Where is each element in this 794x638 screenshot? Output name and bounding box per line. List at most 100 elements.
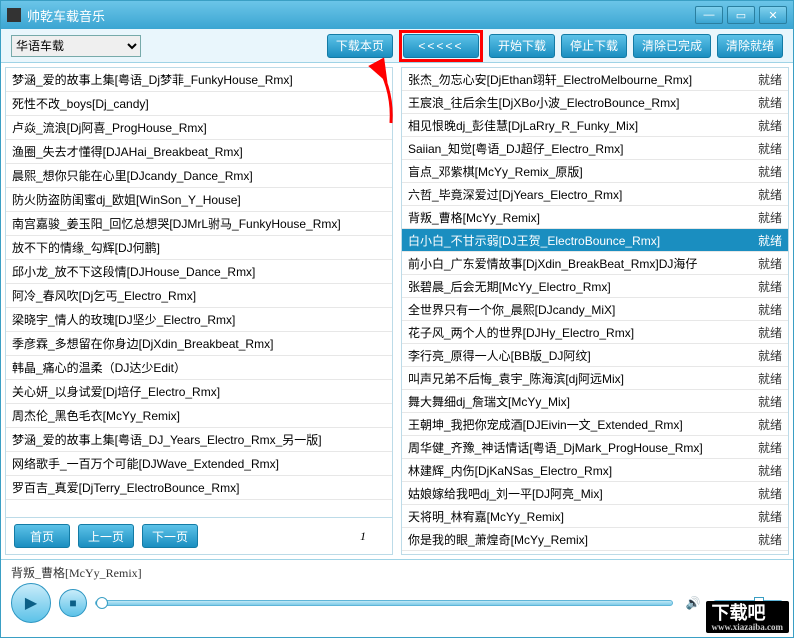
close-button[interactable]: ✕: [759, 6, 787, 24]
status-badge: 就绪: [750, 255, 782, 272]
list-item[interactable]: 死性不改_boys[Dj_candy]: [6, 92, 392, 116]
seek-thumb[interactable]: [96, 597, 108, 609]
app-icon: [7, 8, 21, 22]
status-badge: 就绪: [750, 554, 782, 555]
maximize-button[interactable]: ▭: [727, 6, 755, 24]
clear-ready-button[interactable]: 清除就绪: [717, 34, 783, 58]
list-item[interactable]: 放不下的情缘_勾辉[DJ何鹏]: [6, 236, 392, 260]
list-item[interactable]: 防火防盗防闺蜜dj_欧姐[WinSon_Y_House]: [6, 188, 392, 212]
list-item[interactable]: 全世界只有一个你_晨熙[DJcandy_MiX]就绪: [402, 298, 788, 321]
list-item[interactable]: 叫声兄弟不后悔_袁宇_陈海滨[dj阿远Mix]就绪: [402, 367, 788, 390]
download-page-button[interactable]: 下载本页: [327, 34, 393, 58]
item-title: 花子风_两个人的世界[DJHy_Electro_Rmx]: [408, 324, 634, 341]
list-item[interactable]: 背叛_曹格[McYy_Remix]就绪: [402, 206, 788, 229]
window-title: 帅乾车载音乐: [27, 6, 695, 25]
list-item[interactable]: 花子风_两个人的世界[DJHy_Electro_Rmx]就绪: [402, 321, 788, 344]
status-badge: 就绪: [750, 485, 782, 502]
category-select[interactable]: 华语车载: [11, 35, 141, 57]
app-window: 帅乾车载音乐 — ▭ ✕ 华语车载 下载本页 <<<<< 开始下载 停止下载 清…: [0, 0, 794, 638]
list-item[interactable]: 王朝坤_我把你宠成酒[DJEivin一文_Extended_Rmx]就绪: [402, 413, 788, 436]
list-item[interactable]: 张杰_勿忘心安[DjEthan翊轩_ElectroMelbourne_Rmx]就…: [402, 68, 788, 91]
item-title: 周华健_齐豫_神话情话[粤语_DjMark_ProgHouse_Rmx]: [408, 439, 703, 456]
first-page-button[interactable]: 首页: [14, 524, 70, 548]
list-item[interactable]: 季彦霖_多想留在你身边[DjXdin_Breakbeat_Rmx]: [6, 332, 392, 356]
list-item[interactable]: 六哲_毕竟深爱过[DjYears_Electro_Rmx] 就绪: [402, 183, 788, 206]
item-title: 小梦想dj_梁剑东[DJcandy_MiX]: [408, 554, 577, 555]
page-number: 1: [360, 529, 366, 544]
item-title: 你是我的眼_萧煌奇[McYy_Remix]: [408, 531, 588, 548]
item-title: 六哲_毕竟深爱过[DjYears_Electro_Rmx]: [408, 186, 622, 203]
item-title: 林建辉_内伤[DjKaNSas_Electro_Rmx]: [408, 462, 612, 479]
main-area: 梦涵_爱的故事上集[粤语_Dj梦菲_FunkyHouse_Rmx]死性不改_bo…: [1, 63, 793, 559]
list-item[interactable]: 林建辉_内伤[DjKaNSas_Electro_Rmx] 就绪: [402, 459, 788, 482]
list-item[interactable]: 卢焱_流浪[Dj阿喜_ProgHouse_Rmx]: [6, 116, 392, 140]
stop-button[interactable]: ■: [59, 589, 87, 617]
list-item[interactable]: 关心妍_以身试爱[Dj培仔_Electro_Rmx]: [6, 380, 392, 404]
list-item[interactable]: Saiian_知觉[粤语_DJ超仔_Electro_Rmx]就绪: [402, 137, 788, 160]
highlight-box: <<<<<: [399, 30, 483, 62]
next-page-button[interactable]: 下一页: [142, 524, 198, 548]
prev-page-button[interactable]: 上一页: [78, 524, 134, 548]
list-item[interactable]: 罗百吉_真爱[DjTerry_ElectroBounce_Rmx]: [6, 476, 392, 500]
list-item[interactable]: 李行亮_原得一人心[BB版_DJ阿纹] 就绪: [402, 344, 788, 367]
list-item[interactable]: 白小白_不甘示弱[DJ王贺_ElectroBounce_Rmx]就绪: [402, 229, 788, 252]
move-left-button[interactable]: <<<<<: [403, 34, 479, 58]
clear-completed-button[interactable]: 清除已完成: [633, 34, 711, 58]
list-item[interactable]: 阿冷_春风吹[Dj乞丐_Electro_Rmx]: [6, 284, 392, 308]
list-item[interactable]: 梦涵_爱的故事上集[粤语_Dj梦菲_FunkyHouse_Rmx]: [6, 68, 392, 92]
list-item[interactable]: 姑娘嫁给我吧dj_刘一平[DJ阿亮_Mix] 就绪: [402, 482, 788, 505]
list-item[interactable]: 梦涵_爱的故事上集[粤语_DJ_Years_Electro_Rmx_另一版]: [6, 428, 392, 452]
status-badge: 就绪: [750, 71, 782, 88]
list-item[interactable]: 网络歌手_一百万个可能[DJWave_Extended_Rmx]: [6, 452, 392, 476]
list-item[interactable]: 小梦想dj_梁剑东[DJcandy_MiX] 就绪: [402, 551, 788, 554]
minimize-button[interactable]: —: [695, 6, 723, 24]
list-item[interactable]: 梁晓宇_情人的玫瑰[DJ坚少_Electro_Rmx]: [6, 308, 392, 332]
download-list[interactable]: 张杰_勿忘心安[DjEthan翊轩_ElectroMelbourne_Rmx]就…: [402, 68, 788, 554]
list-item[interactable]: 相见恨晚dj_彭佳慧[DjLaRry_R_Funky_Mix]就绪: [402, 114, 788, 137]
item-title: 张碧晨_后会无期[McYy_Electro_Rmx]: [408, 278, 611, 295]
status-badge: 就绪: [750, 393, 782, 410]
item-title: 背叛_曹格[McYy_Remix]: [408, 209, 540, 226]
volume-icon[interactable]: 🔊: [681, 591, 705, 615]
status-badge: 就绪: [750, 508, 782, 525]
list-item[interactable]: 你是我的眼_萧煌奇[McYy_Remix] 就绪: [402, 528, 788, 551]
source-list[interactable]: 梦涵_爱的故事上集[粤语_Dj梦菲_FunkyHouse_Rmx]死性不改_bo…: [6, 68, 392, 512]
pagination-bar: 首页 上一页 下一页 1: [6, 517, 392, 554]
status-badge: 就绪: [750, 347, 782, 364]
status-badge: 就绪: [750, 462, 782, 479]
player-bar: 背叛_曹格[McYy_Remix] ▶ ■ 🔊: [1, 559, 793, 627]
item-title: 盲点_邓紫棋[McYy_Remix_原版]: [408, 163, 583, 180]
watermark-url: www.xiazaiba.com: [712, 623, 784, 632]
status-badge: 就绪: [750, 531, 782, 548]
stop-download-button[interactable]: 停止下载: [561, 34, 627, 58]
status-badge: 就绪: [750, 117, 782, 134]
play-button[interactable]: ▶: [11, 583, 51, 623]
item-title: 李行亮_原得一人心[BB版_DJ阿纹]: [408, 347, 591, 364]
list-item[interactable]: 前小白_广东爱情故事[DjXdin_BreakBeat_Rmx]DJ海仔就绪: [402, 252, 788, 275]
list-item[interactable]: 韩晶_痛心的温柔（DJ达少Edit）: [6, 356, 392, 380]
item-title: 姑娘嫁给我吧dj_刘一平[DJ阿亮_Mix]: [408, 485, 603, 502]
item-title: 王宸浪_往后余生[DjXBo小波_ElectroBounce_Rmx]: [408, 94, 679, 111]
list-item[interactable]: 周杰伦_黑色毛衣[McYy_Remix]: [6, 404, 392, 428]
now-playing-label: 背叛_曹格[McYy_Remix]: [11, 564, 783, 581]
status-badge: 就绪: [750, 232, 782, 249]
list-item[interactable]: 舞大舞细dj_詹瑞文[McYy_Mix]就绪: [402, 390, 788, 413]
start-download-button[interactable]: 开始下载: [489, 34, 555, 58]
list-item[interactable]: 周华健_齐豫_神话情话[粤语_DjMark_ProgHouse_Rmx]就绪: [402, 436, 788, 459]
titlebar[interactable]: 帅乾车载音乐 — ▭ ✕: [1, 1, 793, 29]
left-panel: 梦涵_爱的故事上集[粤语_Dj梦菲_FunkyHouse_Rmx]死性不改_bo…: [5, 67, 393, 555]
status-badge: 就绪: [750, 163, 782, 180]
status-badge: 就绪: [750, 416, 782, 433]
seek-slider[interactable]: [95, 600, 673, 606]
list-item[interactable]: 晨熙_想你只能在心里[DJcandy_Dance_Rmx]: [6, 164, 392, 188]
list-item[interactable]: 天将明_林宥嘉[McYy_Remix] 就绪: [402, 505, 788, 528]
right-panel: 张杰_勿忘心安[DjEthan翊轩_ElectroMelbourne_Rmx]就…: [401, 67, 789, 555]
list-item[interactable]: 王宸浪_往后余生[DjXBo小波_ElectroBounce_Rmx]就绪: [402, 91, 788, 114]
status-badge: 就绪: [750, 186, 782, 203]
list-item[interactable]: 南宫嘉骏_姜玉阳_回忆总想哭[DJMrL驸马_FunkyHouse_Rmx]: [6, 212, 392, 236]
list-item[interactable]: 渔圈_失去才懂得[DJAHai_Breakbeat_Rmx]: [6, 140, 392, 164]
list-item[interactable]: 盲点_邓紫棋[McYy_Remix_原版] 就绪: [402, 160, 788, 183]
item-title: 天将明_林宥嘉[McYy_Remix]: [408, 508, 564, 525]
list-item[interactable]: 张碧晨_后会无期[McYy_Electro_Rmx]就绪: [402, 275, 788, 298]
list-item[interactable]: 邱小龙_放不下这段情[DJHouse_Dance_Rmx]: [6, 260, 392, 284]
